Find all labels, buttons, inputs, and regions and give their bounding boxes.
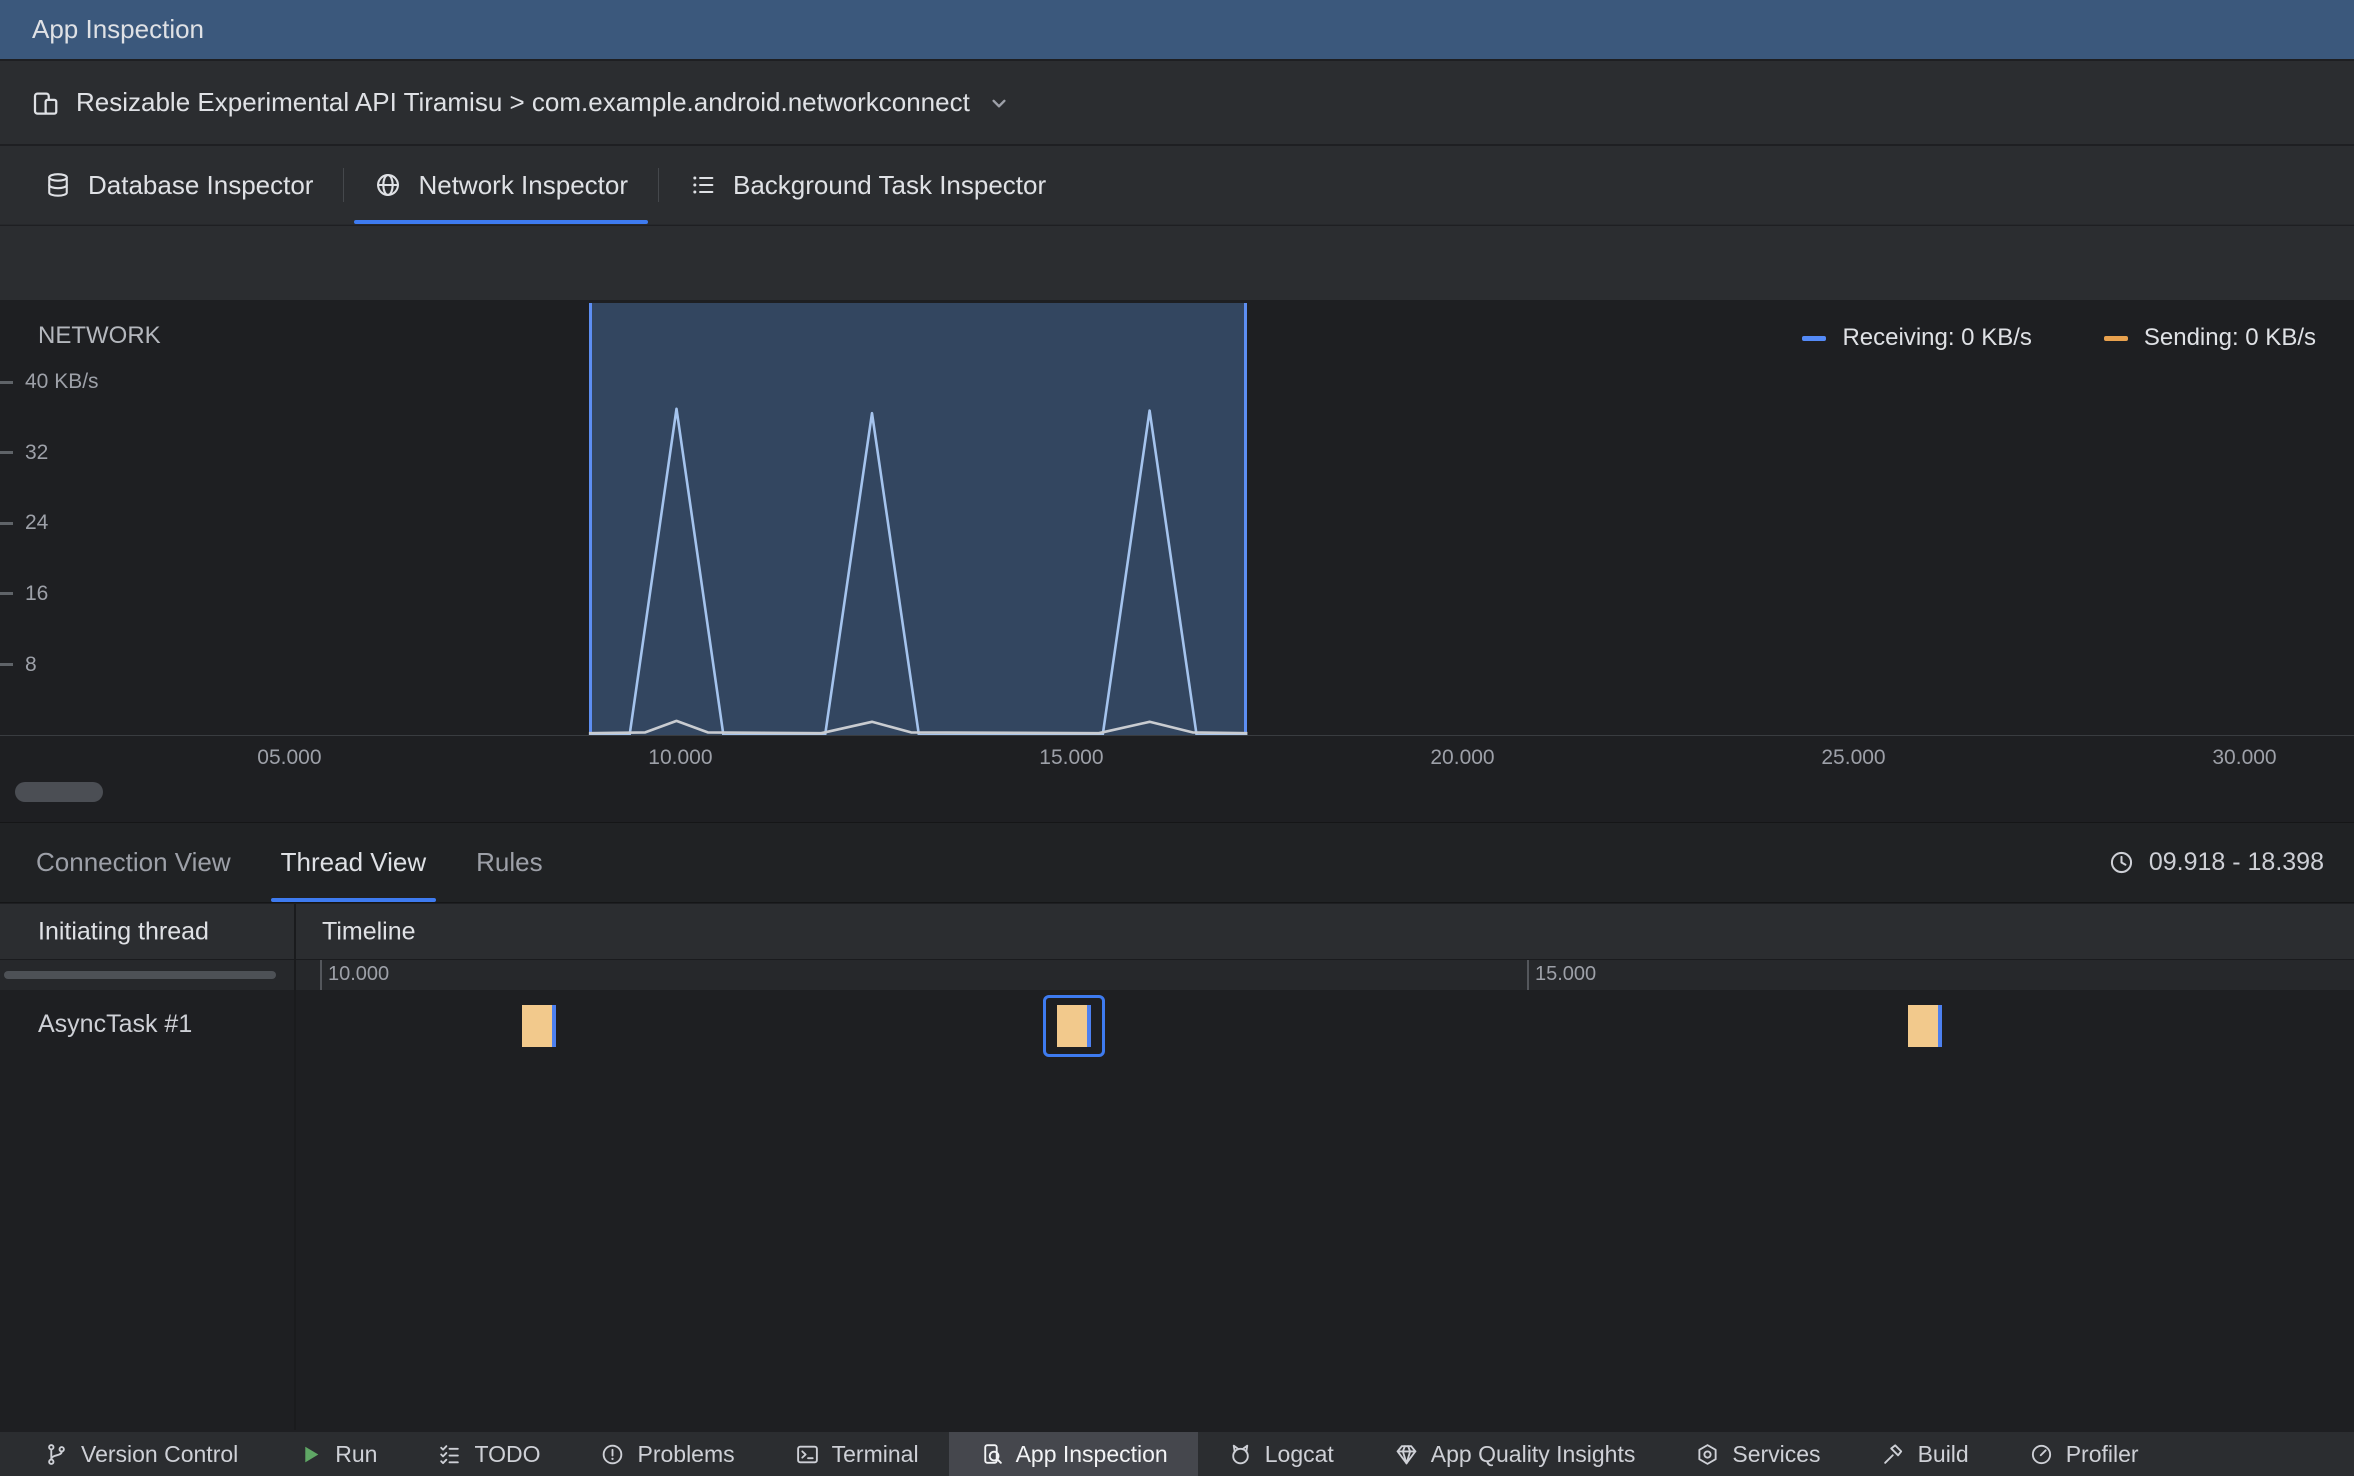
toolbar-button-app-inspection[interactable]: App Inspection	[948, 1432, 1198, 1476]
detail-tabs-bar: Connection View Thread View Rules 09.918…	[0, 822, 2354, 903]
chart-series-svg	[588, 407, 1248, 735]
process-selector-bar: Resizable Experimental API Tiramisu > co…	[0, 61, 2354, 146]
toolbar-button-run[interactable]: Run	[268, 1432, 407, 1476]
tab-connection-view[interactable]: Connection View	[22, 823, 245, 902]
column-header-timeline: Timeline	[322, 917, 416, 945]
tab-database-inspector[interactable]: Database Inspector	[14, 146, 343, 224]
tool-window-titlebar[interactable]: App Inspection	[0, 0, 2354, 60]
timeline-tick-label: 15.000	[1535, 963, 1597, 985]
selected-time-range: 09.918 - 18.398	[2108, 823, 2324, 902]
connection-block[interactable]	[522, 1005, 556, 1047]
problems-icon	[600, 1442, 625, 1467]
profiler-icon	[2029, 1442, 2054, 1467]
database-icon	[44, 171, 72, 199]
tab-background-task-inspector[interactable]: Background Task Inspector	[659, 146, 1076, 224]
toolbar-button-version-control[interactable]: Version Control	[14, 1432, 268, 1476]
inspector-tabs: Database Inspector Network Inspector Bac…	[0, 146, 2354, 225]
network-usage-chart[interactable]: 40 KB/s 32 24 16 8	[0, 303, 2354, 735]
x-axis-tick-label: 10.000	[648, 746, 713, 769]
toolbar-button-label: Logcat	[1264, 1440, 1334, 1467]
app-inspection-icon	[979, 1442, 1004, 1467]
column-resize-divider[interactable]	[294, 904, 296, 1430]
clock-icon	[2108, 849, 2135, 876]
connection-block	[1057, 1005, 1091, 1047]
timeline-tick-mark	[1527, 960, 1529, 990]
tab-thread-view[interactable]: Thread View	[267, 823, 441, 902]
toolbar-button-label: Terminal	[831, 1440, 919, 1467]
inspector-toolbar	[0, 226, 2354, 300]
globe-icon	[374, 171, 402, 199]
tab-label: Network Inspector	[418, 169, 628, 200]
run-icon	[298, 1442, 323, 1467]
toolbar-button-todo[interactable]: TODO	[407, 1432, 570, 1476]
toolbar-button-build[interactable]: Build	[1851, 1432, 1999, 1476]
tab-label: Rules	[476, 847, 543, 877]
android-studio-app-inspection: App Inspection Resizable Experimental AP…	[0, 0, 2354, 1476]
toolbar-button-services[interactable]: Services	[1665, 1432, 1850, 1476]
toolbar-button-problems[interactable]: Problems	[570, 1432, 764, 1476]
toolbar-button-label: Services	[1732, 1440, 1821, 1467]
services-icon	[1695, 1442, 1720, 1467]
todo-icon	[437, 1442, 462, 1467]
x-axis: 05.000 10.000 15.000 20.000 25.000 30.000	[0, 735, 2354, 781]
tab-label: Database Inspector	[88, 169, 314, 200]
tab-rules[interactable]: Rules	[462, 823, 556, 902]
x-axis-tick-label: 20.000	[1430, 746, 1495, 769]
time-range-label: 09.918 - 18.398	[2148, 848, 2324, 876]
thread-timeline-area[interactable]	[296, 990, 2354, 1430]
toolbar-button-terminal[interactable]: Terminal	[765, 1432, 949, 1476]
toolbar-button-logcat[interactable]: Logcat	[1198, 1432, 1364, 1476]
toolbar-button-label: App Inspection	[1015, 1440, 1168, 1467]
toolbar-button-label: Profiler	[2065, 1440, 2139, 1467]
toolbar-button-label: Version Control	[81, 1440, 239, 1467]
toolbar-button-label: App Quality Insights	[1430, 1440, 1636, 1467]
logcat-icon	[1228, 1442, 1253, 1467]
timeline-tick-mark	[320, 960, 322, 990]
x-axis-tick-label: 25.000	[1821, 746, 1886, 769]
network-chart-panel: NETWORK Receiving: 0 KB/s Sending: 0 KB/…	[0, 300, 2354, 822]
thread-table-body: AsyncTask #1	[0, 990, 2354, 1430]
build-icon	[1881, 1442, 1906, 1467]
tab-network-inspector[interactable]: Network Inspector	[344, 146, 658, 224]
x-axis-tick-label: 05.000	[257, 746, 322, 769]
tab-label: Background Task Inspector	[733, 169, 1047, 200]
toolbar-button-profiler[interactable]: Profiler	[1999, 1432, 2169, 1476]
chart-horizontal-scrollbar-thumb[interactable]	[15, 782, 103, 802]
thread-row-label[interactable]: AsyncTask #1	[38, 1010, 192, 1039]
thread-column-scrollbar-thumb[interactable]	[4, 971, 276, 979]
toolbar-button-label: Run	[335, 1440, 378, 1467]
x-axis-tick-label: 30.000	[2212, 746, 2277, 769]
tool-window-bar: Version Control Run TODO Problems Termin…	[0, 1430, 2354, 1476]
thread-table-header: Initiating thread Timeline	[0, 904, 2354, 960]
chevron-down-icon[interactable]	[986, 90, 1012, 116]
branch-icon	[44, 1442, 69, 1467]
column-header-initiating-thread: Initiating thread	[38, 917, 209, 945]
series-receiving	[588, 407, 1248, 735]
terminal-icon	[795, 1442, 820, 1467]
toolbar-button-label: Problems	[637, 1440, 735, 1467]
connection-block[interactable]	[1908, 1005, 1942, 1047]
tab-label: Connection View	[36, 847, 231, 877]
x-axis-tick-label: 15.000	[1039, 746, 1104, 769]
toolbar-button-label: TODO	[474, 1440, 541, 1467]
toolbar-button-app-quality-insights[interactable]: App Quality Insights	[1364, 1432, 1666, 1476]
process-selector-label[interactable]: Resizable Experimental API Tiramisu > co…	[76, 87, 970, 118]
tool-window-title: App Inspection	[32, 14, 205, 44]
checklist-icon	[689, 171, 717, 199]
timeline-axis-row: 10.000 15.000	[0, 960, 2354, 990]
insights-icon	[1394, 1442, 1419, 1467]
resizable-device-icon	[30, 88, 60, 118]
toolbar-button-label: Build	[1917, 1440, 1969, 1467]
connection-block-selected[interactable]	[1043, 995, 1105, 1057]
tab-label: Thread View	[280, 847, 427, 877]
timeline-tick-label: 10.000	[328, 963, 390, 985]
